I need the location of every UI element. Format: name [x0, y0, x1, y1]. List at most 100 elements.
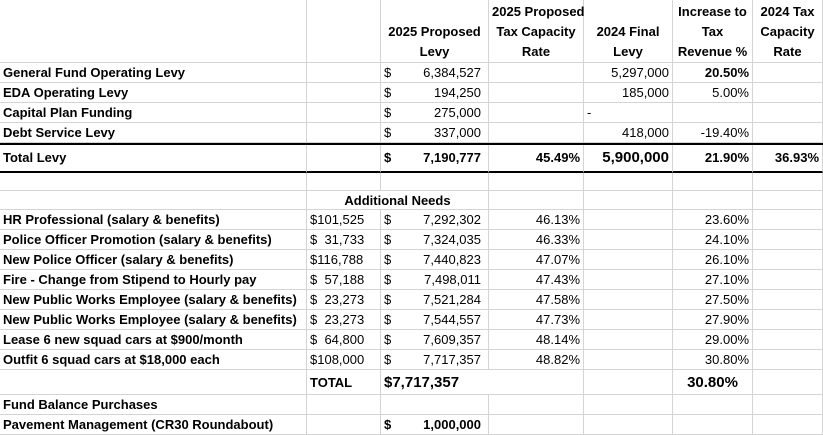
- needs-row-label[interactable]: New Public Works Employee (salary & bene…: [0, 310, 307, 330]
- needs-row-levy-cell[interactable]: $7,521,284: [381, 290, 489, 310]
- blank-cell[interactable]: [381, 173, 489, 191]
- needs-row-label[interactable]: Police Officer Promotion (salary & benef…: [0, 230, 307, 250]
- needs-row-rate[interactable]: 46.13%: [489, 210, 584, 230]
- needs-row-2024-rate[interactable]: [753, 270, 823, 290]
- levy-row-increase[interactable]: -19.40%: [673, 123, 753, 143]
- blank-cell[interactable]: [584, 415, 673, 435]
- needs-row-increase[interactable]: 30.80%: [673, 350, 753, 370]
- levy-row-2024-rate[interactable]: [753, 103, 823, 123]
- needs-row-rate[interactable]: 48.82%: [489, 350, 584, 370]
- needs-total-label[interactable]: TOTAL: [307, 370, 381, 395]
- needs-row-increase[interactable]: 27.10%: [673, 270, 753, 290]
- needs-row-final[interactable]: [584, 350, 673, 370]
- needs-row-final[interactable]: [584, 230, 673, 250]
- needs-row-2024-rate[interactable]: [753, 310, 823, 330]
- levy-row-final[interactable]: 418,000: [584, 123, 673, 143]
- blank-cell[interactable]: [673, 395, 753, 415]
- levy-row-2024-rate[interactable]: [753, 83, 823, 103]
- blank-cell[interactable]: [0, 370, 307, 395]
- needs-row-cost[interactable]: $101,525: [307, 210, 381, 230]
- needs-row-rate[interactable]: 47.43%: [489, 270, 584, 290]
- needs-row-label[interactable]: New Police Officer (salary & benefits): [0, 250, 307, 270]
- blank-cell[interactable]: [489, 415, 584, 435]
- needs-row-final[interactable]: [584, 270, 673, 290]
- header-proposed-levy[interactable]: 2025 Proposed Levy: [381, 0, 489, 63]
- blank-cell[interactable]: [673, 191, 753, 210]
- needs-row-increase[interactable]: 24.10%: [673, 230, 753, 250]
- fund-balance-value-cell[interactable]: $ 1,000,000: [381, 415, 489, 435]
- blank-cell[interactable]: [584, 395, 673, 415]
- levy-row-2024-rate[interactable]: [753, 63, 823, 83]
- levy-row-cost[interactable]: [307, 63, 381, 83]
- levy-row-proposed-cell[interactable]: $ 337,000: [381, 123, 489, 143]
- levy-row-cost[interactable]: [307, 103, 381, 123]
- header-2024-rate[interactable]: 2024 Tax Capacity Rate: [753, 0, 823, 63]
- levy-row-label[interactable]: Debt Service Levy: [0, 123, 307, 143]
- header-proposed-rate[interactable]: 2025 Proposed Tax Capacity Rate: [489, 0, 585, 63]
- levy-row-increase[interactable]: 5.00%: [673, 83, 753, 103]
- needs-row-label[interactable]: Outfit 6 squad cars at $18,000 each: [0, 350, 307, 370]
- needs-row-levy-cell[interactable]: $7,609,357: [381, 330, 489, 350]
- needs-row-increase[interactable]: 23.60%: [673, 210, 753, 230]
- levy-row-rate[interactable]: [489, 63, 584, 83]
- needs-row-cost[interactable]: $ 64,800: [307, 330, 381, 350]
- needs-row-levy-cell[interactable]: $7,498,011: [381, 270, 489, 290]
- needs-row-2024-rate[interactable]: [753, 290, 823, 310]
- needs-row-label[interactable]: Lease 6 new squad cars at $900/month: [0, 330, 307, 350]
- blank-cell[interactable]: [381, 395, 489, 415]
- blank-cell[interactable]: [753, 395, 823, 415]
- needs-row-rate[interactable]: 46.33%: [489, 230, 584, 250]
- total-levy-proposed-cell[interactable]: $ 7,190,777: [381, 145, 489, 173]
- needs-row-2024-rate[interactable]: [753, 250, 823, 270]
- blank-cell[interactable]: [673, 415, 753, 435]
- blank-cell[interactable]: [489, 173, 584, 191]
- needs-row-label[interactable]: HR Professional (salary & benefits): [0, 210, 307, 230]
- levy-row-proposed-cell[interactable]: $ 194,250: [381, 83, 489, 103]
- levy-row-increase[interactable]: 20.50%: [673, 63, 753, 83]
- needs-row-increase[interactable]: 29.00%: [673, 330, 753, 350]
- levy-row-cost[interactable]: [307, 83, 381, 103]
- levy-row-proposed-cell[interactable]: $ 6,384,527: [381, 63, 489, 83]
- header-increase[interactable]: Increase to Tax Revenue %: [673, 0, 753, 63]
- needs-row-final[interactable]: [584, 210, 673, 230]
- levy-row-label[interactable]: General Fund Operating Levy: [0, 63, 307, 83]
- needs-row-cost[interactable]: $ 23,273: [307, 310, 381, 330]
- blank-cell[interactable]: [753, 370, 823, 395]
- additional-needs-title[interactable]: Additional Needs: [307, 191, 489, 210]
- needs-row-label[interactable]: New Public Works Employee (salary & bene…: [0, 290, 307, 310]
- levy-row-2024-rate[interactable]: [753, 123, 823, 143]
- needs-row-cost[interactable]: $ 57,188: [307, 270, 381, 290]
- blank-cell[interactable]: [489, 191, 584, 210]
- blank-cell[interactable]: [307, 415, 381, 435]
- needs-row-final[interactable]: [584, 290, 673, 310]
- levy-row-proposed-cell[interactable]: $ 275,000: [381, 103, 489, 123]
- blank-cell[interactable]: [753, 415, 823, 435]
- needs-row-final[interactable]: [584, 310, 673, 330]
- blank-cell[interactable]: [584, 191, 673, 210]
- needs-row-final[interactable]: [584, 250, 673, 270]
- levy-row-final[interactable]: -: [584, 103, 673, 123]
- needs-row-rate[interactable]: 47.07%: [489, 250, 584, 270]
- needs-row-cost[interactable]: $108,000: [307, 350, 381, 370]
- blank-cell[interactable]: [0, 173, 307, 191]
- blank-cell[interactable]: [753, 191, 823, 210]
- total-levy-rate[interactable]: 45.49%: [489, 145, 584, 173]
- total-levy-2024-rate[interactable]: 36.93%: [753, 145, 823, 173]
- total-levy-cost[interactable]: [307, 145, 381, 173]
- needs-row-levy-cell[interactable]: $7,544,557: [381, 310, 489, 330]
- needs-row-levy-cell[interactable]: $7,292,302: [381, 210, 489, 230]
- needs-row-cost[interactable]: $ 23,273: [307, 290, 381, 310]
- needs-row-2024-rate[interactable]: [753, 350, 823, 370]
- fund-balance-title[interactable]: Fund Balance Purchases: [0, 395, 307, 415]
- blank-cell[interactable]: [584, 370, 673, 395]
- needs-row-levy-cell[interactable]: $7,324,035: [381, 230, 489, 250]
- levy-row-increase[interactable]: [673, 103, 753, 123]
- blank-cell[interactable]: [0, 191, 307, 210]
- levy-row-final[interactable]: 5,297,000: [584, 63, 673, 83]
- needs-row-rate[interactable]: 47.73%: [489, 310, 584, 330]
- needs-row-2024-rate[interactable]: [753, 210, 823, 230]
- total-levy-final[interactable]: 5,900,000: [584, 145, 673, 173]
- blank-cell[interactable]: [584, 173, 673, 191]
- blank-cell[interactable]: [307, 173, 381, 191]
- needs-row-increase[interactable]: 27.90%: [673, 310, 753, 330]
